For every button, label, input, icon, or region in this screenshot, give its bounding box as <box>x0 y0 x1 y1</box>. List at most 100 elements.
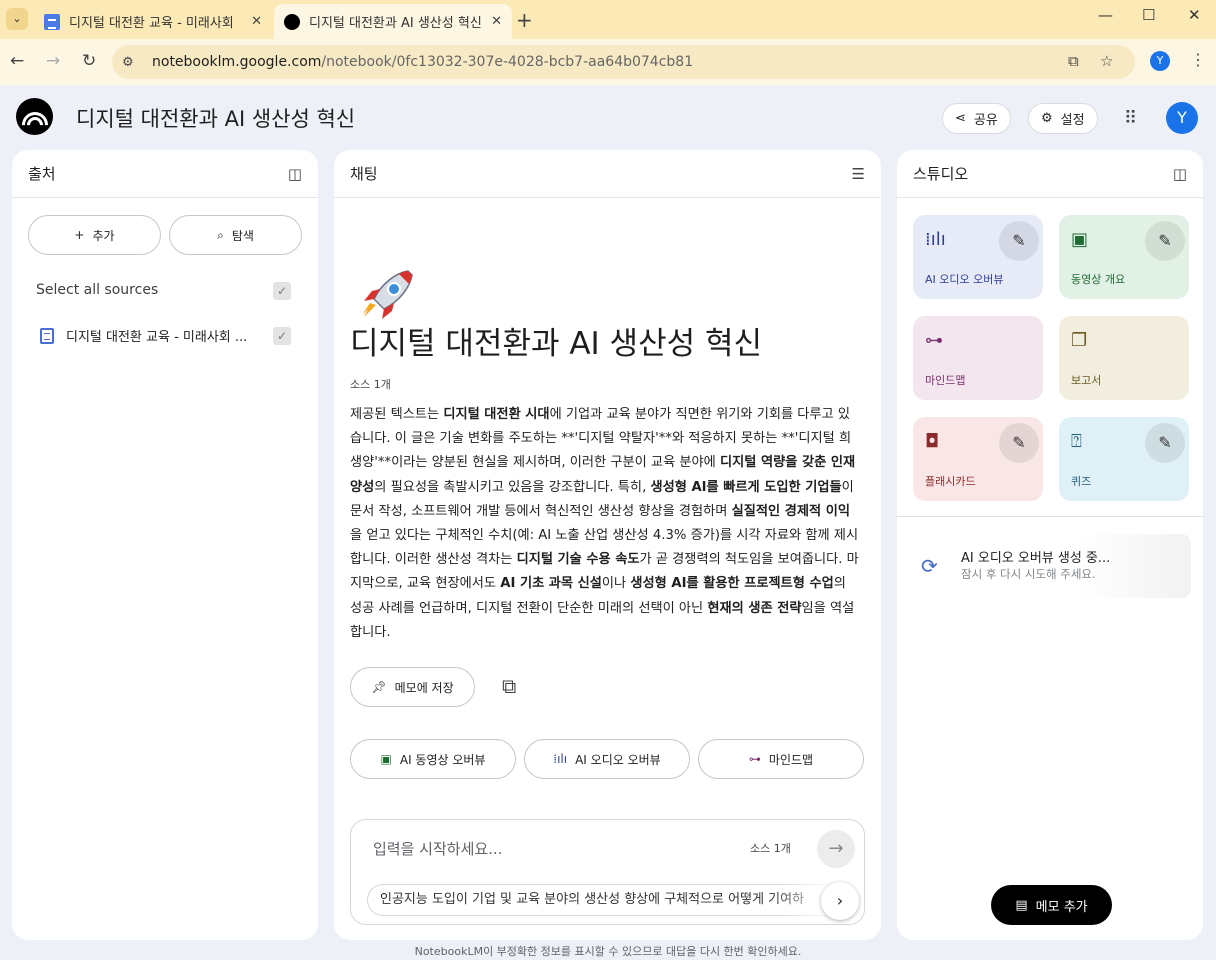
studio-card-label: AI 오디오 오버뷰 <box>925 273 1004 286</box>
plus-icon: + <box>74 228 85 242</box>
document-icon <box>40 327 54 344</box>
studio-card-label: 퀴즈 <box>1071 475 1092 488</box>
select-all-checkbox[interactable]: ✓ <box>273 282 291 300</box>
pin-icon: 📌︎ <box>371 680 387 694</box>
studio-card-mindmap[interactable]: ⊶ 마인드맵 <box>913 316 1043 400</box>
site-info-icon[interactable]: ⚙ <box>122 55 142 70</box>
add-note-button[interactable]: ▤ 메모 추가 <box>991 885 1112 925</box>
studio-card-label: 마인드맵 <box>925 374 966 387</box>
address-bar[interactable]: ⚙ notebooklm.google.com/notebook/0fc1303… <box>112 45 1135 79</box>
add-label: 추가 <box>92 228 115 243</box>
collapse-panel-icon[interactable]: ◫ <box>1173 165 1187 183</box>
add-source-button[interactable]: + 추가 <box>28 215 161 255</box>
maximize-button[interactable]: ☐ <box>1142 6 1155 24</box>
send-button[interactable]: → <box>817 830 855 868</box>
mindmap-icon: ⊶ <box>925 330 943 351</box>
chip-label: AI 동영상 오버뷰 <box>399 752 486 767</box>
edit-pencil-icon[interactable]: ✎ <box>1145 423 1185 463</box>
browser-profile-avatar[interactable]: Y <box>1150 51 1170 71</box>
panel-title: 출처 <box>28 165 56 183</box>
tune-icon[interactable]: ☰ <box>852 165 865 183</box>
note-icon: ▤ <box>1015 897 1028 913</box>
share-label: 공유 <box>973 113 998 128</box>
edit-pencil-icon[interactable]: ✎ <box>999 423 1039 463</box>
audio-overview-chip[interactable]: ⁞ılı AI 오디오 오버뷰 <box>524 739 690 779</box>
quiz-icon: ⍰ <box>1071 431 1082 452</box>
generating-title: AI 오디오 오버뷰 생성 중... <box>961 551 1111 566</box>
tab-title: 디지털 대전환 교육 - 미래사회 <box>69 16 234 31</box>
back-icon[interactable]: ← <box>10 51 24 71</box>
source-item[interactable]: 디지털 대전환 교육 - 미래사회 ... <box>40 326 247 345</box>
studio-card-report[interactable]: ❐ 보고서 <box>1059 316 1189 400</box>
avatar[interactable]: Y <box>1166 102 1198 134</box>
select-all-label: Select all sources <box>36 282 159 298</box>
url-host: notebooklm.google.com <box>152 54 322 70</box>
video-overview-chip[interactable]: ▣ AI 동영상 오버뷰 <box>350 739 516 779</box>
studio-card-quiz[interactable]: ⍰ ✎ 퀴즈 <box>1059 417 1189 501</box>
collapse-panel-icon[interactable]: ◫ <box>288 165 302 183</box>
copy-icon[interactable]: ⧉ <box>502 674 516 698</box>
flashcard-icon: ◘ <box>925 431 940 452</box>
sources-panel: 출처 ◫ + 추가 ⌕ 탐색 Select all sources ✓ 디지털 … <box>12 150 318 940</box>
tab-search-button[interactable]: ⌄ <box>6 8 28 30</box>
studio-panel: 스튜디오 ◫ ⁞ılı ✎ AI 오디오 오버뷰 ▣ ✎ 동영상 개요 ⊶ 마인드맵 ❐ 보고서 ◘… <box>897 150 1203 940</box>
explore-button[interactable]: ⌕ 탐색 <box>169 215 302 255</box>
edit-pencil-icon[interactable]: ✎ <box>1145 221 1185 261</box>
input-source-count: 소스 1개 <box>750 842 791 855</box>
source-count: 소스 1개 <box>350 378 391 391</box>
studio-card-label: 보고서 <box>1071 374 1102 387</box>
studio-card-label: 동영상 개요 <box>1071 273 1126 286</box>
mindmap-chip[interactable]: ⊶ 마인드맵 <box>698 739 864 779</box>
forward-icon[interactable]: → <box>46 51 60 71</box>
divider <box>897 516 1203 517</box>
notebook-summary: 제공된 텍스트는 디지털 대전환 시대에 기업과 교육 분야가 직면한 위기와 … <box>350 407 859 640</box>
chat-input-box[interactable]: 입력을 시작하세요... 소스 1개 → 인공지능 도입이 기업 및 교육 분야… <box>350 819 865 925</box>
google-docs-icon <box>44 13 60 30</box>
mindmap-icon: ⊶ <box>748 752 761 766</box>
settings-label: 설정 <box>1060 113 1085 128</box>
chip-label: 마인드맵 <box>768 752 814 767</box>
panel-title: 스튜디오 <box>913 165 969 183</box>
chip-label: AI 오디오 오버뷰 <box>575 752 661 767</box>
reload-icon[interactable]: ↻ <box>82 51 96 71</box>
next-suggestion-button[interactable]: › <box>821 882 859 920</box>
chat-input[interactable]: 입력을 시작하세요... <box>373 838 502 859</box>
new-tab-button[interactable]: + <box>516 8 533 32</box>
studio-card-label: 플래시카드 <box>925 475 976 488</box>
notebooklm-logo[interactable] <box>16 98 53 135</box>
studio-card-audio-wave[interactable]: ⁞ılı ✎ AI 오디오 오버뷰 <box>913 215 1043 299</box>
report-icon: ❐ <box>1071 330 1088 351</box>
source-checkbox[interactable]: ✓ <box>273 327 291 345</box>
disclaimer-footer: NotebookLM이 부정확한 정보를 표시할 수 있으므로 대답을 다시 한… <box>414 945 802 958</box>
browser-tab[interactable]: 디지털 대전환 교육 - 미래사회 ✕ <box>34 4 272 39</box>
window-close-button[interactable]: ✕ <box>1188 6 1201 24</box>
audio-wave-icon: ⁞ılı <box>553 752 568 766</box>
url-path: /notebook/0fc13032-307e-4028-bcb7-aa64b0… <box>321 54 694 70</box>
apps-grid-icon[interactable]: ⠿ <box>1124 108 1137 129</box>
browser-menu-icon[interactable]: ⋮ <box>1190 50 1206 69</box>
browser-toolbar: ← → ↻ ⚙ notebooklm.google.com/notebook/0… <box>0 39 1216 85</box>
close-icon[interactable]: ✕ <box>251 14 262 29</box>
tab-title: 디지털 대전환과 AI 생산성 혁신 <box>309 16 482 31</box>
save-to-note-button[interactable]: 📌︎ 메모에 저장 <box>350 667 475 707</box>
studio-card-flashcard[interactable]: ◘ ✎ 플래시카드 <box>913 417 1043 501</box>
settings-button[interactable]: ⚙ 설정 <box>1028 103 1098 134</box>
edit-pencil-icon[interactable]: ✎ <box>999 221 1039 261</box>
video-icon: ▣ <box>1071 229 1089 250</box>
panel-title: 채팅 <box>350 165 378 183</box>
studio-card-video[interactable]: ▣ ✎ 동영상 개요 <box>1059 215 1189 299</box>
share-button[interactable]: ⋖ 공유 <box>942 103 1011 134</box>
install-app-icon[interactable]: ⧉ <box>1068 52 1079 70</box>
sparkle-search-icon: ⌕ <box>217 227 224 242</box>
share-icon: ⋖ <box>955 111 966 126</box>
explore-label: 탐색 <box>231 228 254 243</box>
minimize-button[interactable]: — <box>1098 6 1113 24</box>
chat-panel: 채팅 ☰ 디지털 대전환과 AI 생산성 혁신 소스 1개 제공된 텍스트는 디… <box>334 150 881 940</box>
video-icon: ▣ <box>380 752 392 766</box>
bookmark-star-icon[interactable]: ☆ <box>1100 52 1113 70</box>
browser-tab-active[interactable]: 디지털 대전환과 AI 생산성 혁신 ✕ <box>274 4 512 39</box>
page-title[interactable]: 디지털 대전환과 AI 생산성 혁신 <box>76 103 355 133</box>
rocket-emoji-icon <box>362 270 413 319</box>
generating-item: ⟳ AI 오디오 오버뷰 생성 중... 잠시 후 다시 시도해 주세요. <box>907 534 1191 598</box>
close-icon[interactable]: ✕ <box>491 14 502 29</box>
